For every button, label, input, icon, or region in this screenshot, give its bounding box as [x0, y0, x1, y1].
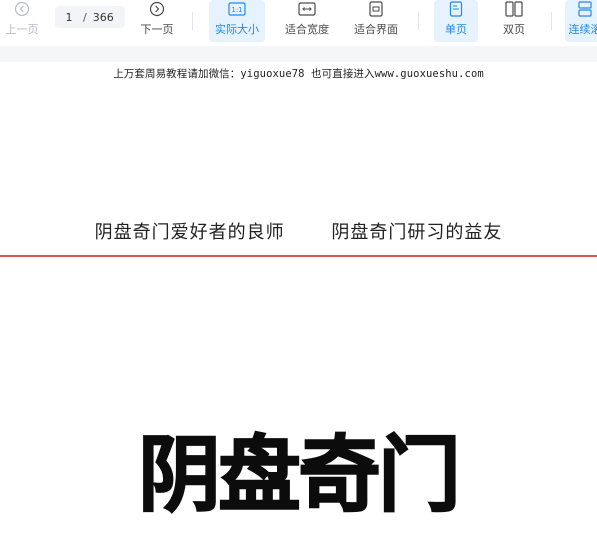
- chevron-left-circle-icon: [12, 0, 32, 18]
- svg-text:1:1: 1:1: [231, 6, 242, 14]
- continuous-scroll-label: 连续滚: [568, 23, 597, 36]
- page-separator: /: [83, 10, 87, 24]
- prev-page-label: 上一页: [5, 23, 39, 36]
- document-motto: 阴盘奇门爱好者的良师 阴盘奇门研习的益友: [0, 218, 597, 244]
- double-page-icon: [504, 0, 524, 18]
- actual-size-label: 实际大小: [215, 23, 259, 36]
- fit-page-label: 适合界面: [354, 23, 398, 36]
- viewer-background: [0, 46, 597, 62]
- continuous-scroll-icon: [575, 0, 595, 18]
- prev-page-button[interactable]: 上一页: [2, 0, 42, 42]
- single-page-button[interactable]: 单页: [434, 0, 478, 42]
- actual-size-button[interactable]: 1:1 实际大小: [209, 0, 265, 42]
- continuous-scroll-button[interactable]: 连续滚: [565, 0, 597, 42]
- next-page-label: 下一页: [140, 23, 174, 36]
- toolbar-divider: [551, 12, 552, 30]
- next-page-button[interactable]: 下一页: [137, 0, 177, 42]
- toolbar-divider: [192, 12, 193, 30]
- red-divider-line: [0, 255, 597, 257]
- viewer-toolbar: 上一页 1 / 366 下一页 1:1 实际大小 适合宽度 适合界面 单页 双页…: [0, 0, 597, 47]
- page-number-field[interactable]: 1 / 366: [55, 6, 125, 28]
- single-page-label: 单页: [445, 23, 467, 36]
- fit-page-icon: [366, 0, 386, 18]
- document-big-title: 阴盘奇门: [137, 427, 461, 523]
- current-page-input[interactable]: 1: [55, 11, 83, 24]
- fit-width-button[interactable]: 适合宽度: [279, 0, 335, 42]
- double-page-button[interactable]: 双页: [492, 0, 536, 42]
- chevron-right-circle-icon: [147, 0, 167, 18]
- actual-size-icon: 1:1: [227, 0, 247, 18]
- total-pages: 366: [92, 10, 114, 24]
- document-header-note: 上万套周易教程请加微信：yiguoxue78 也可直接进入www.guoxues…: [113, 68, 484, 80]
- fit-page-button[interactable]: 适合界面: [348, 0, 404, 42]
- toolbar-divider: [418, 12, 419, 30]
- motto-right: 阴盘奇门研习的益友: [331, 222, 503, 243]
- fit-width-label: 适合宽度: [285, 23, 329, 36]
- motto-left: 阴盘奇门爱好者的良师: [94, 222, 285, 243]
- single-page-icon: [446, 0, 466, 18]
- double-page-label: 双页: [503, 23, 525, 36]
- fit-width-icon: [297, 0, 317, 18]
